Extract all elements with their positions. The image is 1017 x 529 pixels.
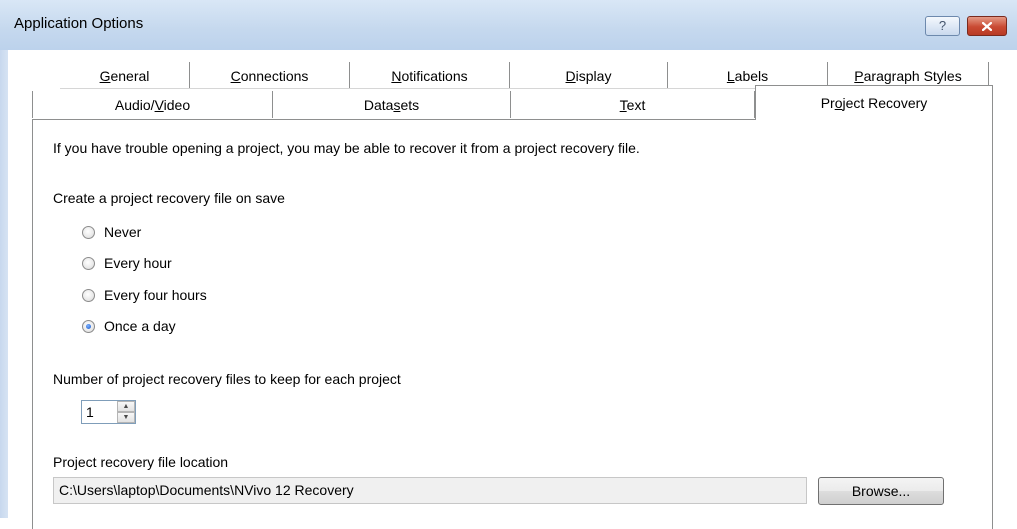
tab-audio-video[interactable]: Audio/Video: [32, 91, 273, 118]
tab-project-recovery[interactable]: Project Recovery: [755, 85, 993, 120]
intro-text: If you have trouble opening a project, y…: [53, 140, 640, 156]
recovery-location-field[interactable]: C:\Users\laptop\Documents\NVivo 12 Recov…: [53, 477, 807, 504]
help-button[interactable]: ?: [925, 16, 960, 36]
tab-label: Paragraph Styles: [854, 68, 962, 84]
tab-text[interactable]: Text: [511, 91, 755, 118]
keep-count-stepper[interactable]: 1 ▲ ▼: [81, 400, 136, 424]
keep-count-label: Number of project recovery files to keep…: [53, 371, 401, 387]
location-label: Project recovery file location: [53, 454, 229, 470]
close-icon: [981, 21, 993, 32]
tab-label: Audio/Video: [114, 97, 191, 113]
tab-label: Datasets: [363, 97, 420, 113]
tab-label: Notifications: [391, 68, 468, 84]
window-frame-left: [0, 50, 8, 518]
browse-label: Browse...: [851, 483, 911, 499]
window-title: Application Options: [14, 15, 144, 32]
radio-once-a-day[interactable]: [82, 320, 95, 333]
chevron-down-icon: ▼: [122, 414, 130, 421]
tab-connections[interactable]: Connections: [190, 62, 350, 89]
tab-label: Text: [619, 97, 646, 113]
radio-every-four-hours[interactable]: [82, 289, 95, 302]
create-recovery-label: Create a project recovery file on save: [53, 190, 285, 206]
title-bar: Application Options ?: [0, 0, 1017, 50]
radio-every-hour[interactable]: [82, 257, 95, 270]
radio-label-never[interactable]: Never: [104, 224, 141, 240]
browse-button[interactable]: Browse...: [818, 477, 944, 505]
tab-general[interactable]: General: [60, 62, 190, 89]
stepper-up-button[interactable]: ▲: [117, 401, 135, 412]
active-tab-joint: [756, 118, 992, 121]
radio-label-every-hour[interactable]: Every hour: [104, 255, 172, 271]
tab-label: Labels: [726, 68, 769, 84]
chevron-up-icon: ▲: [122, 403, 130, 410]
radio-label-every-four-hours[interactable]: Every four hours: [104, 287, 207, 303]
tab-datasets[interactable]: Datasets: [273, 91, 511, 118]
radio-never[interactable]: [82, 226, 95, 239]
tab-notifications[interactable]: Notifications: [350, 62, 510, 89]
tab-label: Connections: [230, 68, 309, 84]
keep-count-value[interactable]: 1: [86, 404, 94, 420]
tab-label: Project Recovery: [820, 95, 928, 111]
tab-display[interactable]: Display: [510, 62, 668, 89]
radio-label-once-a-day[interactable]: Once a day: [104, 318, 176, 334]
close-button[interactable]: [967, 16, 1007, 36]
stepper-down-button[interactable]: ▼: [117, 412, 135, 423]
help-icon: ?: [938, 18, 947, 33]
tab-label: Display: [565, 68, 612, 84]
tab-label: General: [99, 68, 150, 84]
